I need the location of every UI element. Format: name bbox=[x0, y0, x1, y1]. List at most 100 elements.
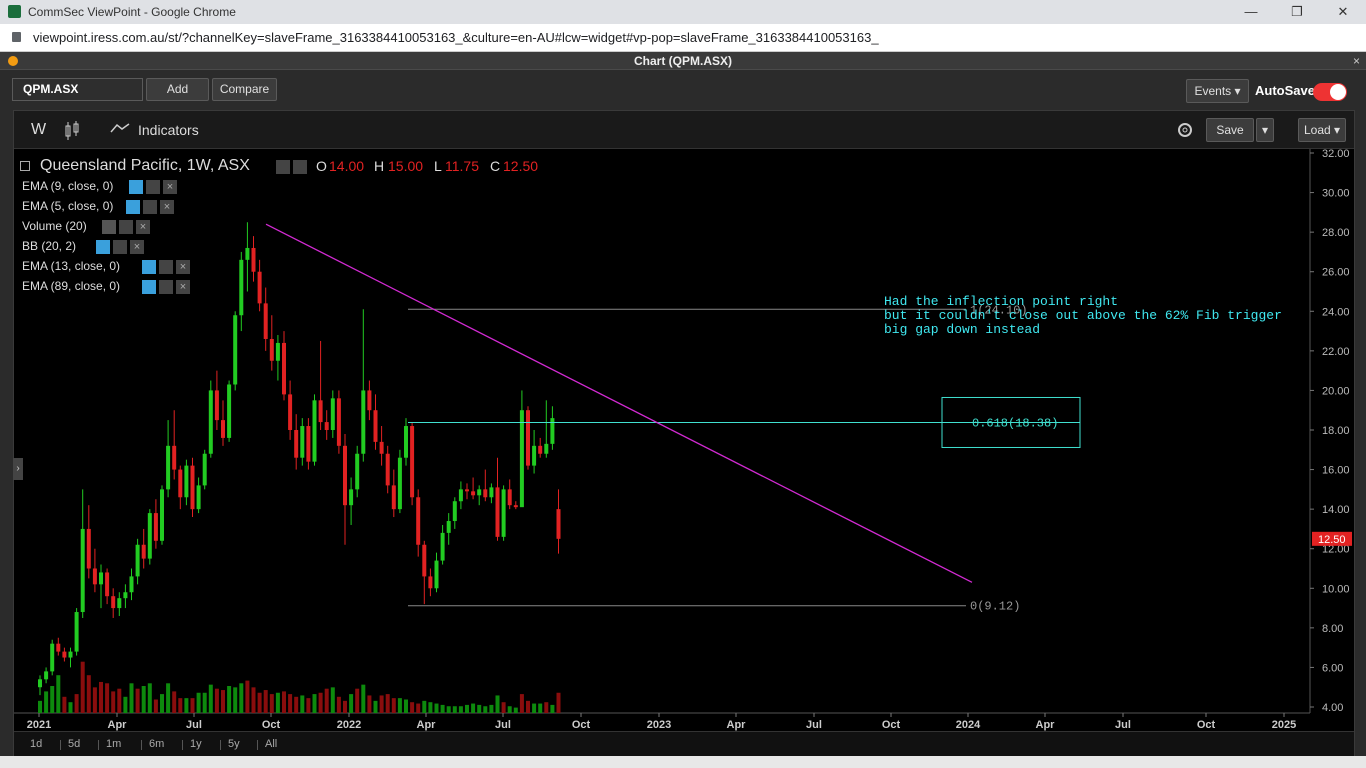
panel-close-icon[interactable]: × bbox=[1353, 52, 1360, 70]
x-tick-label: Oct bbox=[882, 719, 901, 731]
volume-bar bbox=[367, 695, 372, 713]
load-dropdown[interactable]: Load ▾ bbox=[1298, 118, 1346, 142]
candle-body bbox=[62, 651, 67, 658]
legend-visibility-icon[interactable] bbox=[276, 160, 290, 174]
candle-type-icon[interactable] bbox=[64, 121, 80, 145]
candle-body bbox=[160, 489, 164, 541]
y-tick-label: 28.00 bbox=[1322, 227, 1350, 239]
add-button[interactable]: Add bbox=[146, 78, 209, 101]
indicator-settings-icon[interactable] bbox=[146, 179, 160, 194]
range-button-all[interactable]: All bbox=[265, 738, 277, 750]
indicator-settings-icon[interactable] bbox=[119, 219, 133, 234]
commsec-app-icon bbox=[8, 5, 21, 18]
candle-body bbox=[495, 487, 500, 537]
volume-bar bbox=[422, 700, 427, 713]
volume-bar bbox=[452, 706, 457, 713]
indicator-label: EMA (5, close, 0) bbox=[22, 199, 114, 213]
autosave-toggle[interactable] bbox=[1313, 83, 1347, 101]
chart-toolbar: W Indicators Save ▾ Load ▾ bbox=[14, 111, 1354, 149]
toggle-knob bbox=[1330, 84, 1346, 100]
indicator-settings-icon[interactable] bbox=[113, 239, 127, 254]
volume-bar bbox=[538, 703, 543, 713]
restore-button[interactable]: ❐ bbox=[1282, 2, 1312, 22]
indicator-row[interactable]: EMA (89, close, 0) × bbox=[22, 277, 190, 295]
indicator-settings-icon[interactable] bbox=[159, 279, 173, 294]
range-button-6m[interactable]: 6m bbox=[149, 738, 164, 750]
candle-body bbox=[458, 489, 463, 502]
indicators-icon[interactable] bbox=[110, 121, 130, 138]
candle-body bbox=[544, 443, 549, 454]
address-bar[interactable]: viewpoint.iress.com.au/st/?channelKey=sl… bbox=[0, 24, 1366, 52]
candle-body bbox=[385, 453, 390, 486]
indicator-visibility-icon[interactable] bbox=[102, 219, 116, 234]
legend-settings-icon[interactable] bbox=[293, 160, 307, 174]
indicator-remove-icon[interactable]: × bbox=[136, 219, 150, 234]
volume-bar bbox=[86, 675, 91, 713]
candle-body bbox=[294, 430, 299, 458]
y-tick-label: 24.00 bbox=[1322, 306, 1350, 318]
volume-bar bbox=[68, 702, 73, 713]
indicator-visibility-icon[interactable] bbox=[142, 259, 156, 274]
indicator-settings-icon[interactable] bbox=[143, 199, 157, 214]
indicator-visibility-icon[interactable] bbox=[142, 279, 156, 294]
indicator-remove-icon[interactable]: × bbox=[176, 279, 190, 294]
low-value: 11.75 bbox=[445, 158, 479, 174]
annotation-text-line: big gap down instead bbox=[884, 322, 1040, 337]
range-button-5y[interactable]: 5y bbox=[228, 738, 240, 750]
low-label: L bbox=[434, 158, 442, 174]
indicator-settings-icon[interactable] bbox=[159, 259, 173, 274]
candle-body bbox=[355, 453, 360, 490]
candle-body bbox=[202, 453, 207, 486]
indicator-row[interactable]: EMA (13, close, 0) × bbox=[22, 257, 190, 275]
indicator-visibility-icon[interactable] bbox=[129, 179, 143, 194]
indicator-row[interactable]: EMA (9, close, 0) × bbox=[22, 177, 177, 195]
volume-bar bbox=[275, 692, 280, 713]
volume-bar bbox=[178, 698, 183, 713]
indicator-label: EMA (13, close, 0) bbox=[22, 259, 121, 273]
close-label: C bbox=[490, 158, 501, 174]
range-button-1y[interactable]: 1y bbox=[190, 738, 202, 750]
events-dropdown[interactable]: Events ▾ bbox=[1186, 79, 1249, 103]
volume-bar bbox=[410, 702, 415, 713]
collapse-icon[interactable] bbox=[20, 161, 30, 171]
indicator-remove-icon[interactable]: × bbox=[176, 259, 190, 274]
indicator-remove-icon[interactable]: × bbox=[163, 179, 177, 194]
indicator-label: EMA (89, close, 0) bbox=[22, 279, 121, 293]
window-close-button[interactable]: ✕ bbox=[1328, 2, 1358, 22]
candle-body bbox=[221, 420, 225, 438]
indicator-row[interactable]: EMA (5, close, 0) × bbox=[22, 197, 174, 215]
autosave-label: AutoSave bbox=[1255, 83, 1315, 98]
url-text[interactable]: viewpoint.iress.com.au/st/?channelKey=sl… bbox=[33, 30, 879, 45]
indicator-visibility-icon[interactable] bbox=[96, 239, 110, 254]
x-tick-label: Oct bbox=[262, 719, 281, 731]
settings-gear-icon[interactable] bbox=[1175, 120, 1195, 144]
app-frame: Chart (QPM.ASX) × QPM.ASX Add Compare Ev… bbox=[0, 52, 1366, 768]
range-button-1d[interactable]: 1d bbox=[30, 738, 42, 750]
indicator-row[interactable]: Volume (20) × bbox=[22, 217, 150, 235]
volume-bar bbox=[184, 698, 189, 713]
minimize-button[interactable]: — bbox=[1236, 2, 1266, 22]
range-button-1m[interactable]: 1m bbox=[106, 738, 121, 750]
y-tick-label: 10.00 bbox=[1322, 583, 1350, 595]
volume-bar bbox=[318, 692, 323, 713]
candle-body bbox=[343, 445, 347, 506]
compare-button[interactable]: Compare bbox=[212, 78, 277, 101]
indicator-remove-icon[interactable]: × bbox=[160, 199, 174, 214]
range-button-5d[interactable]: 5d bbox=[68, 738, 80, 750]
volume-bar bbox=[221, 690, 225, 713]
indicator-remove-icon[interactable]: × bbox=[130, 239, 144, 254]
indicators-button[interactable]: Indicators bbox=[138, 122, 199, 138]
lock-icon bbox=[12, 32, 21, 42]
interval-button[interactable]: W bbox=[31, 121, 46, 139]
side-panel-toggle[interactable]: › bbox=[13, 458, 23, 480]
indicator-row[interactable]: BB (20, 2) × bbox=[22, 237, 144, 255]
price-chart[interactable]: 32.00 30.00 28.00 26.00 24.00 22.00 20.00 18.00… bbox=[14, 149, 1354, 731]
indicator-visibility-icon[interactable] bbox=[126, 199, 140, 214]
volume-bar bbox=[245, 680, 250, 713]
candle-body bbox=[318, 400, 323, 423]
x-tick-label: Oct bbox=[1197, 719, 1216, 731]
candle-body bbox=[379, 441, 384, 454]
save-dropdown-button[interactable]: ▾ bbox=[1256, 118, 1274, 142]
save-button[interactable]: Save bbox=[1206, 118, 1254, 142]
symbol-input[interactable]: QPM.ASX bbox=[12, 78, 143, 101]
